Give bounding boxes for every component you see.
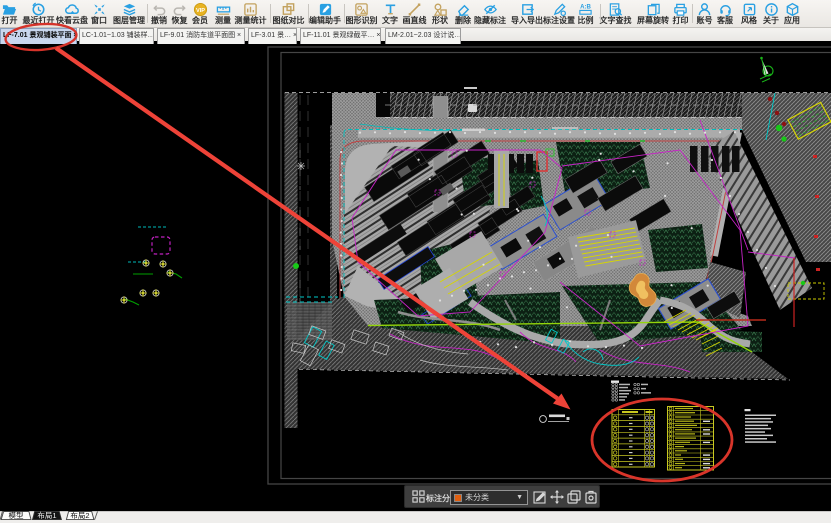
- svg-text:布局2: 布局2: [70, 511, 89, 520]
- svg-text:布局1: 布局1: [37, 511, 56, 520]
- svg-text:A:B: A:B: [580, 4, 591, 11]
- svg-text:模型: 模型: [9, 511, 24, 520]
